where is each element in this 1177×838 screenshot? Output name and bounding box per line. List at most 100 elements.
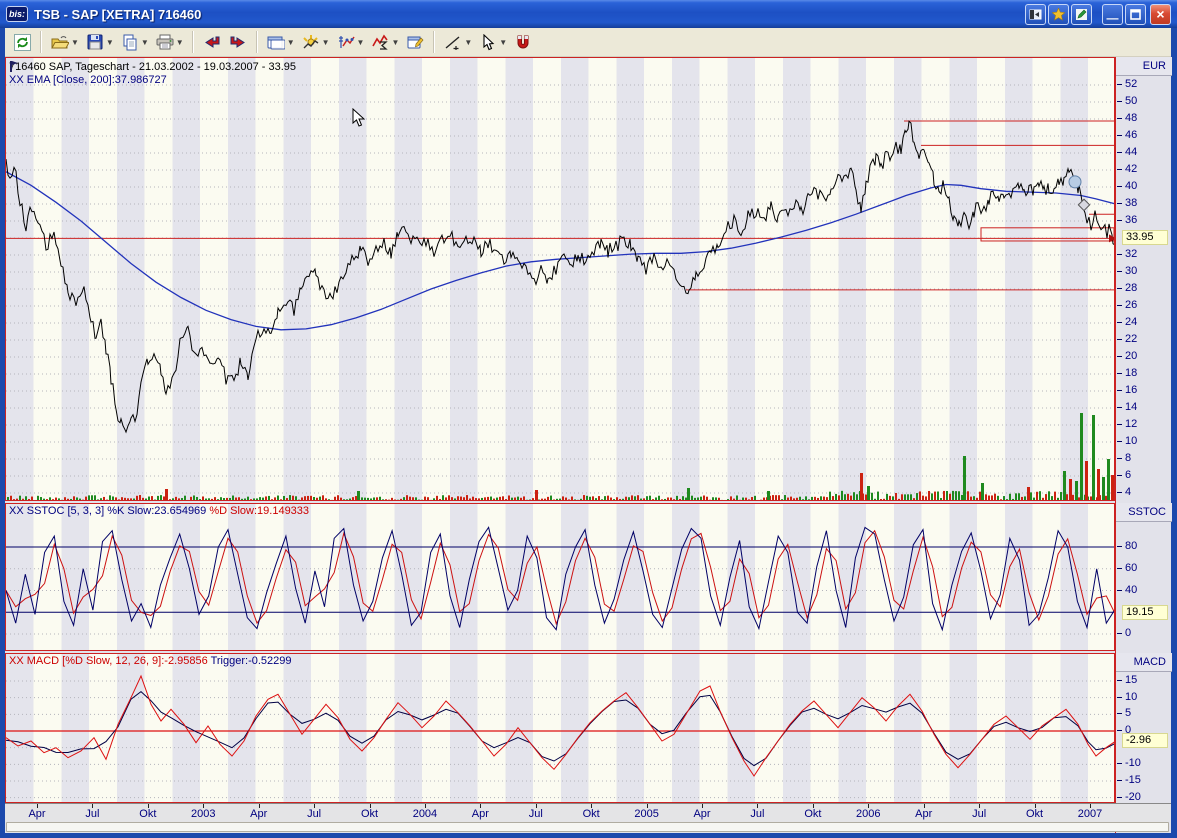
- axis-tick-label: 14: [1125, 402, 1137, 413]
- favorites-button[interactable]: [1048, 4, 1069, 25]
- axis-tick-label: 30: [1125, 266, 1137, 277]
- magnet-button[interactable]: [510, 30, 536, 54]
- dropdown-arrow-icon[interactable]: ▼: [176, 38, 184, 47]
- circle-annotation: [1069, 176, 1081, 188]
- time-axis-label: 2007: [1078, 808, 1102, 820]
- properties-icon: [405, 32, 425, 52]
- dropdown-arrow-icon[interactable]: ▼: [71, 38, 79, 47]
- chart-forward-button[interactable]: [225, 30, 251, 54]
- maximize-button[interactable]: [1125, 4, 1146, 25]
- chart-title: 716460 SAP, Tageschart - 21.03.2002 - 19…: [9, 61, 296, 73]
- dropdown-arrow-icon[interactable]: ▼: [141, 38, 149, 47]
- axis-tick: [1117, 84, 1122, 85]
- macd-value-tag: -2.96: [1122, 733, 1168, 748]
- time-axis: AprJulOkt2003AprJulOkt2004AprJulOkt2005A…: [5, 803, 1171, 822]
- main-chart-panel[interactable]: 716460 SAP, Tageschart - 21.03.2002 - 19…: [5, 57, 1115, 501]
- dropdown-arrow-icon[interactable]: ▼: [357, 38, 365, 47]
- horizontal-scrollbar[interactable]: [6, 822, 1169, 832]
- axis-tick: [1117, 339, 1122, 340]
- macd-panel[interactable]: XX MACD [%D Slow, 12, 26, 9]:-2.95856 Tr…: [5, 653, 1115, 803]
- sstoc-label-row: XX SSTOC [5, 3, 3] %K Slow:23.654969 %D …: [9, 505, 309, 517]
- axis-header-sstoc: SSTOC: [1116, 503, 1172, 522]
- time-axis-label: 2005: [634, 808, 658, 820]
- signals-button[interactable]: ▼: [367, 30, 402, 54]
- toolbar-separator: [256, 31, 258, 53]
- magnet-icon: [513, 32, 533, 52]
- dropdown-arrow-icon[interactable]: ▼: [106, 38, 114, 47]
- minimize-button[interactable]: —: [1102, 4, 1123, 25]
- axis-tick: [1117, 568, 1122, 569]
- price-axis-gutter: EUR SSTOC MACD 5250484644424038363230282…: [1115, 57, 1171, 833]
- axis-tick: [1117, 254, 1122, 255]
- axis-tick-label: 50: [1125, 96, 1137, 107]
- axis-tick: [1117, 713, 1122, 714]
- indicators-icon: [336, 32, 356, 52]
- flag-icon: [9, 61, 19, 72]
- time-axis-label: 2006: [856, 808, 880, 820]
- print-button[interactable]: ▼: [152, 30, 187, 54]
- window-layout-icon: [266, 32, 286, 52]
- axis-header-eur: EUR: [1116, 57, 1172, 76]
- sstoc-chart-canvas[interactable]: [6, 504, 1115, 651]
- axis-tick-label: 5: [1125, 708, 1131, 719]
- macd-trigger-label: Trigger:-0.52299: [211, 655, 292, 667]
- axis-tick: [1117, 322, 1122, 323]
- close-button[interactable]: ×: [1150, 4, 1171, 25]
- ema-label: XX EMA [Close, 200]:37.986727: [9, 74, 296, 86]
- axis-tick: [1117, 305, 1122, 306]
- dropdown-arrow-icon[interactable]: ▼: [391, 38, 399, 47]
- axis-tick: [1117, 288, 1122, 289]
- chart-back-button[interactable]: [199, 30, 225, 54]
- app-icon: bis:: [6, 6, 28, 22]
- window-layout-button[interactable]: ▼: [263, 30, 298, 54]
- axis-tick-label: -15: [1125, 775, 1141, 786]
- copy-icon: [120, 32, 140, 52]
- save-button[interactable]: ▼: [82, 30, 117, 54]
- chart-type-button[interactable]: ▼: [298, 30, 333, 54]
- axis-tick-label: 16: [1125, 385, 1137, 396]
- indicators-button[interactable]: ▼: [333, 30, 368, 54]
- pointer-button[interactable]: ▼: [475, 30, 510, 54]
- axis-tick: [1117, 590, 1122, 591]
- axis-tick-label: 12: [1125, 419, 1137, 430]
- chart-forward-icon: [228, 32, 248, 52]
- axis-tick-label: 18: [1125, 368, 1137, 379]
- refresh-button[interactable]: [9, 30, 35, 54]
- dropdown-arrow-icon[interactable]: ▼: [464, 38, 472, 47]
- open-button[interactable]: ▼: [47, 30, 82, 54]
- axis-tick-label: 42: [1125, 164, 1137, 175]
- stochastic-panel[interactable]: XX SSTOC [5, 3, 3] %K Slow:23.654969 %D …: [5, 503, 1115, 651]
- dropdown-arrow-icon[interactable]: ▼: [499, 38, 507, 47]
- time-axis-label: Apr: [250, 808, 267, 820]
- time-axis-label: Jul: [85, 808, 99, 820]
- axis-tick-label: 8: [1125, 453, 1131, 464]
- edit-button[interactable]: [1071, 4, 1092, 25]
- axis-tick-label: 4: [1125, 487, 1131, 498]
- title-bar[interactable]: bis: TSB - SAP [XETRA] 716460 — ×: [0, 0, 1177, 28]
- axis-tick-label: -20: [1125, 792, 1141, 803]
- axis-tick-label: 38: [1125, 198, 1137, 209]
- axis-tick: [1117, 407, 1122, 408]
- axis-tick-label: 28: [1125, 283, 1137, 294]
- axis-tick-label: 48: [1125, 113, 1137, 124]
- toolbar-separator: [433, 31, 435, 53]
- time-axis-label: Okt: [804, 808, 821, 820]
- properties-button[interactable]: [402, 30, 428, 54]
- draw-line-button[interactable]: ▼: [440, 30, 475, 54]
- axis-tick-label: -10: [1125, 758, 1141, 769]
- copy-button[interactable]: ▼: [117, 30, 152, 54]
- dropdown-arrow-icon[interactable]: ▼: [287, 38, 295, 47]
- dropdown-arrow-icon[interactable]: ▼: [322, 38, 330, 47]
- window-title: TSB - SAP [XETRA] 716460: [34, 7, 1025, 22]
- macd-chart-canvas[interactable]: [6, 654, 1115, 803]
- axis-tick: [1117, 135, 1122, 136]
- axis-tick-label: 22: [1125, 334, 1137, 345]
- diamond-annotation: [1078, 199, 1089, 210]
- price-chart-canvas[interactable]: [6, 58, 1115, 501]
- axis-tick-label: 26: [1125, 300, 1137, 311]
- axis-tick-label: 10: [1125, 436, 1137, 447]
- dock-button[interactable]: [1025, 4, 1046, 25]
- axis-tick-label: 32: [1125, 249, 1137, 260]
- chart-region: 716460 SAP, Tageschart - 21.03.2002 - 19…: [5, 57, 1171, 833]
- last-price-tag: 33.95: [1122, 230, 1168, 245]
